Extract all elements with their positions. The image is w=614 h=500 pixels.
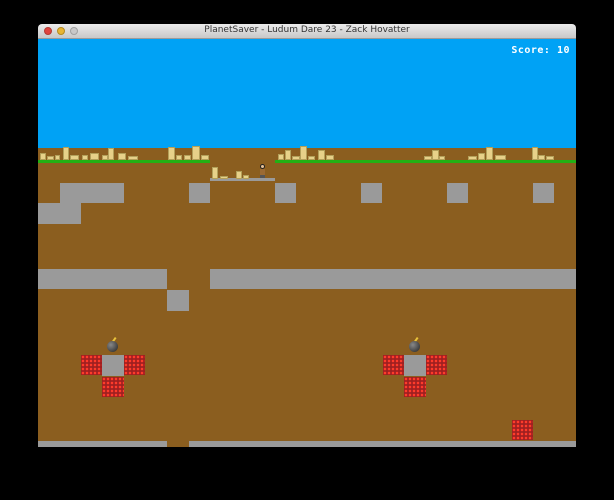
bedrock <box>189 441 576 447</box>
stone-block <box>189 183 210 203</box>
stone-block <box>102 355 124 376</box>
sky <box>38 39 576 148</box>
player-character[interactable] <box>259 164 266 178</box>
city <box>40 145 80 160</box>
stone-block <box>60 183 124 203</box>
tnt-block <box>383 355 404 375</box>
tnt-block <box>102 377 124 397</box>
bomb-icon <box>409 336 421 353</box>
bomb-icon <box>107 336 119 353</box>
stone-block <box>275 183 296 203</box>
grass-left <box>38 160 210 163</box>
tnt-block <box>512 420 533 440</box>
tnt-block <box>426 355 447 375</box>
tnt-block <box>81 355 102 375</box>
stone-block <box>404 355 426 376</box>
tnt-block <box>124 355 145 375</box>
stone-block <box>167 290 189 311</box>
city <box>532 143 556 160</box>
city <box>82 145 140 160</box>
stone-block <box>447 183 468 203</box>
stone-layer <box>38 269 167 289</box>
city <box>168 143 210 160</box>
game-canvas[interactable]: Score: 10 <box>38 39 576 447</box>
tnt-block <box>404 377 426 397</box>
window-title: PlanetSaver - Ludum Dare 23 - Zack Hovat… <box>204 25 410 35</box>
stone-block <box>38 203 81 224</box>
city <box>210 165 250 179</box>
stone-block <box>361 183 382 203</box>
title-bar[interactable]: PlanetSaver - Ludum Dare 23 - Zack Hovat… <box>38 24 576 39</box>
city <box>278 143 338 160</box>
grass-right <box>275 160 576 163</box>
stone-block <box>533 183 554 203</box>
crater-floor <box>210 181 275 185</box>
city <box>468 143 508 160</box>
bedrock <box>38 441 167 447</box>
city <box>424 143 446 160</box>
score-display: Score: 10 <box>511 45 570 56</box>
stone-layer <box>210 269 576 289</box>
game-window: PlanetSaver - Ludum Dare 23 - Zack Hovat… <box>38 24 576 447</box>
